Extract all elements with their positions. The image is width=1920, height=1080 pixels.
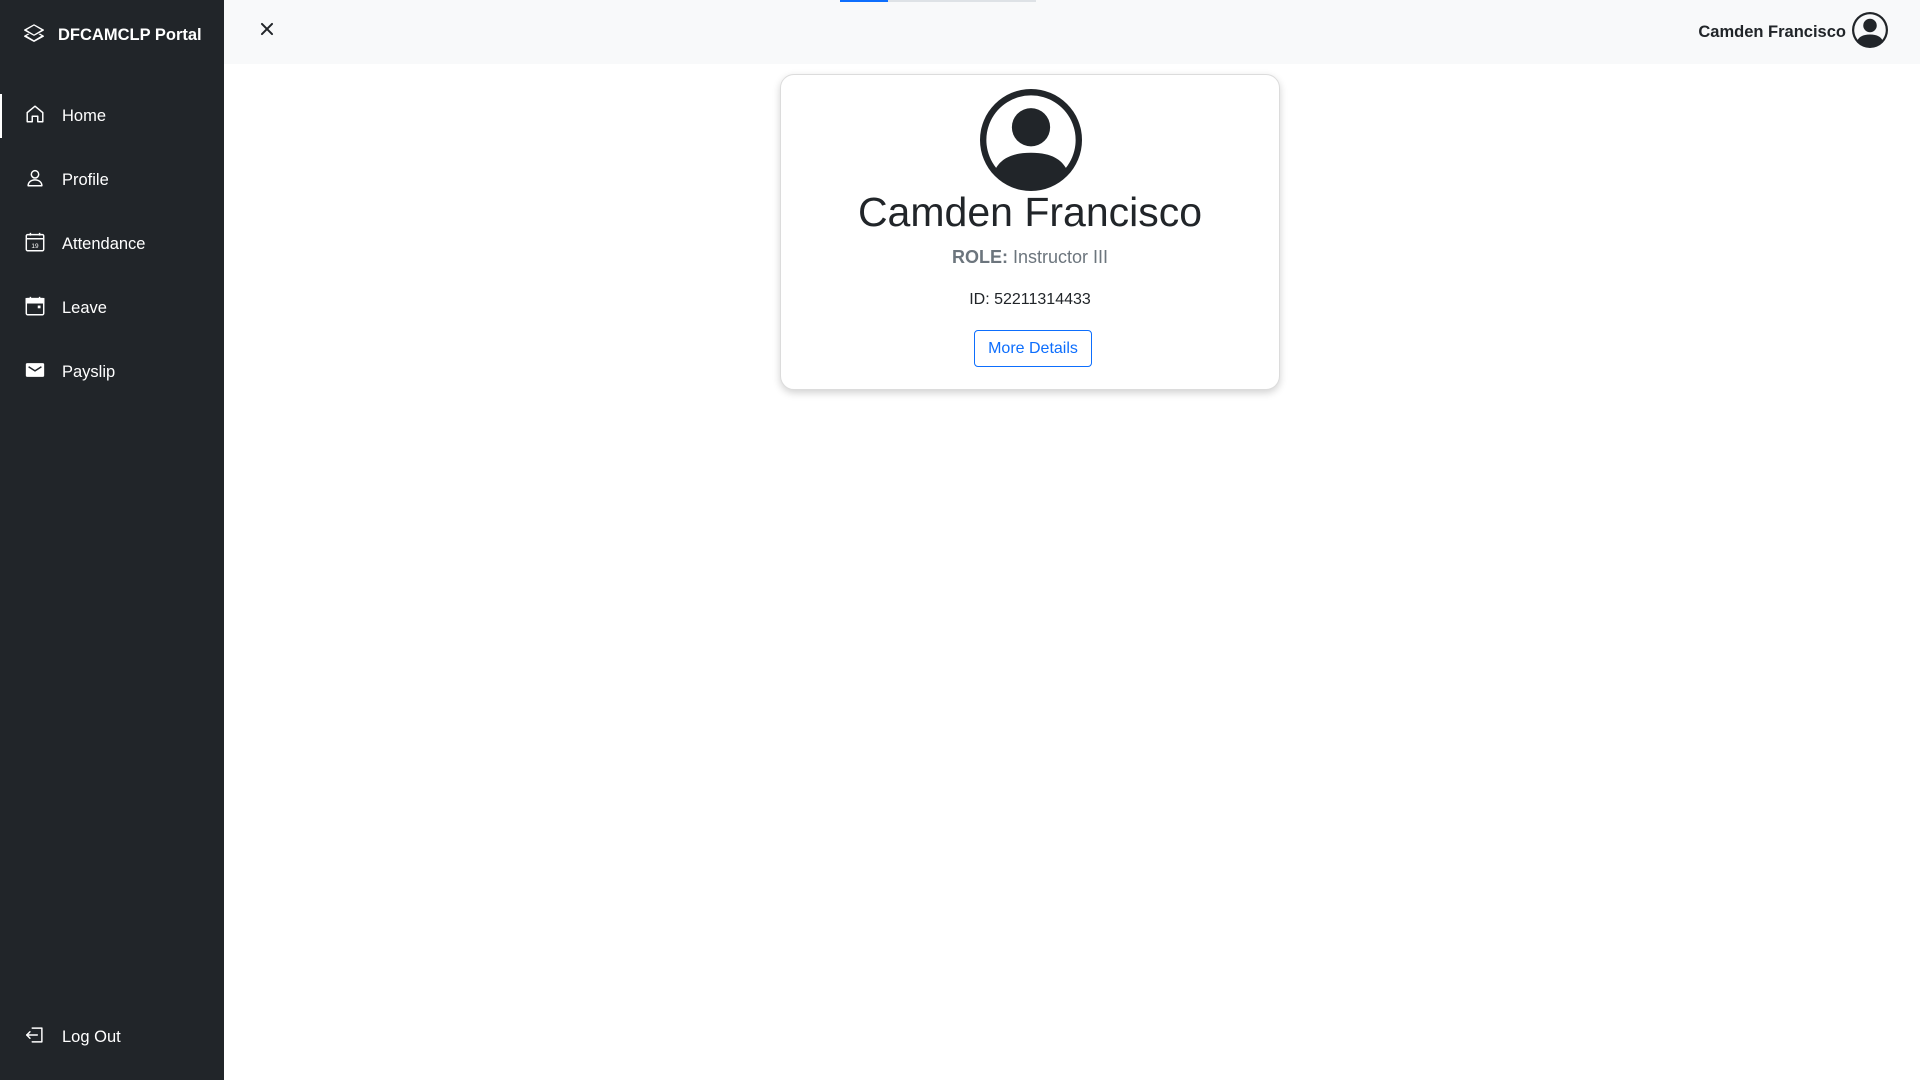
person-circle-icon <box>1852 11 1888 53</box>
profile-id: ID: 52211314433 <box>781 291 1279 309</box>
user-name: Camden Francisco <box>1698 22 1846 41</box>
more-details-button[interactable]: More Details <box>974 330 1092 367</box>
sidebar-item-label: Payslip <box>62 362 116 381</box>
sidebar-item-profile[interactable]: Profile <box>0 148 224 212</box>
close-sidebar-button[interactable] <box>256 18 278 40</box>
sidebar-item-label: Profile <box>62 170 109 189</box>
brand[interactable]: DFCAMCLP Portal <box>23 22 202 48</box>
tab-indicator <box>840 0 1036 2</box>
sidebar-item-payslip[interactable]: Payslip <box>0 340 224 404</box>
close-icon <box>256 22 278 44</box>
sidebar-item-label: Home <box>62 106 107 125</box>
calendar-icon <box>24 295 46 322</box>
sidebar: DFCAMCLP Portal Home Profile 19 Attendan… <box>0 0 224 1080</box>
sidebar-item-leave[interactable]: Leave <box>0 276 224 340</box>
svg-text:19: 19 <box>31 242 39 249</box>
tab-indicator-active <box>840 0 888 2</box>
person-icon <box>24 167 46 194</box>
brand-title: DFCAMCLP Portal <box>58 25 202 44</box>
profile-name: Camden Francisco <box>857 189 1203 235</box>
user-menu[interactable]: Camden Francisco <box>1698 11 1888 53</box>
logout-section: Log Out <box>0 1005 224 1069</box>
layers-icon <box>23 23 45 48</box>
sidebar-nav: Home Profile 19 Attendance Leave Payslip <box>0 84 224 404</box>
calendar-date-icon: 19 <box>24 231 46 258</box>
role-label: ROLE: <box>951 247 1008 267</box>
id-value: 52211314433 <box>994 291 1091 308</box>
logout-icon <box>24 1024 46 1051</box>
sidebar-item-label: Attendance <box>62 234 146 253</box>
profile-card: Camden Francisco ROLE: Instructor III ID… <box>780 74 1280 390</box>
home-icon <box>24 103 46 130</box>
logout-label: Log Out <box>62 1027 121 1046</box>
profile-role: ROLE: Instructor III <box>781 247 1279 268</box>
top-bar: Camden Francisco <box>224 0 1920 64</box>
avatar <box>980 89 1082 191</box>
sidebar-item-attendance[interactable]: 19 Attendance <box>0 212 224 276</box>
sidebar-item-label: Leave <box>62 298 107 317</box>
logout-button[interactable]: Log Out <box>0 1005 224 1069</box>
role-value: Instructor III <box>1012 247 1109 267</box>
wallet-icon <box>24 359 46 386</box>
id-label: ID: <box>969 291 990 308</box>
sidebar-item-home[interactable]: Home <box>0 84 224 148</box>
